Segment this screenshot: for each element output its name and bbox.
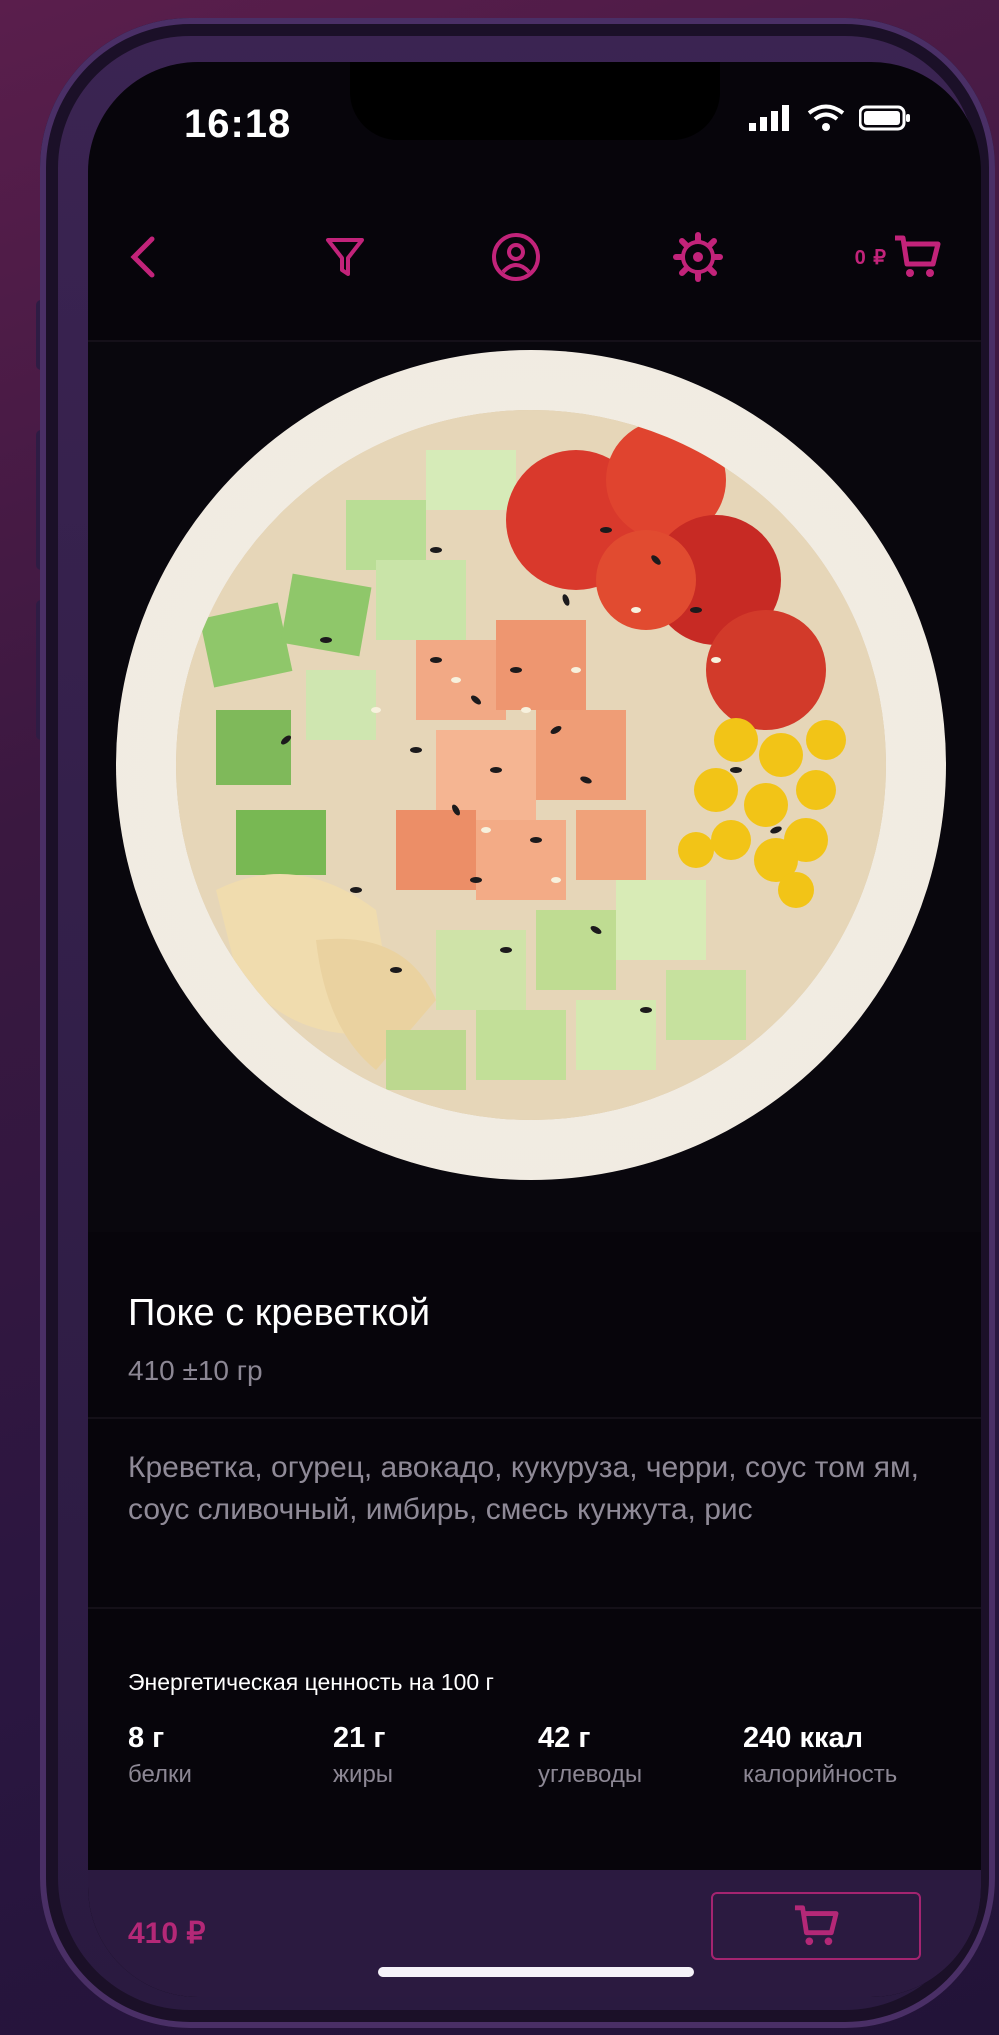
cart-button[interactable]: 0 ₽ — [855, 222, 941, 292]
profile-button[interactable] — [481, 222, 551, 292]
bowl-image — [116, 350, 946, 1180]
nutrition-item-calories: 240 ккал калорийность — [743, 1722, 948, 1789]
app-screen: 16:18 0 ₽ Поке с креветкой 410 ±10 гр Кр… — [88, 62, 981, 1997]
filter-icon — [326, 238, 364, 276]
nutrition-label: углеводы — [538, 1761, 643, 1788]
divider — [88, 1607, 981, 1609]
filter-button[interactable] — [310, 222, 380, 292]
top-navigation: 0 ₽ — [88, 222, 981, 342]
nutrition-value: 240 ккал — [743, 1722, 864, 1754]
profile-icon — [492, 233, 540, 281]
nutrition-label: жиры — [333, 1761, 394, 1788]
nutrition-value: 8 г — [128, 1722, 165, 1754]
divider — [88, 1417, 981, 1419]
nutrition-value: 42 г — [538, 1722, 591, 1754]
settings-button[interactable] — [663, 222, 733, 292]
nutrition-item-fat: 21 г жиры — [333, 1722, 538, 1789]
nutrition-table: 8 г белки 21 г жиры 42 г углеводы 240 кк… — [128, 1722, 948, 1789]
nutrition-heading: Энергетическая ценность на 100 г — [128, 1669, 494, 1695]
settings-icon — [673, 232, 723, 282]
cart-icon — [895, 235, 941, 277]
bottom-bar: 410 ₽ — [88, 1870, 981, 1997]
poke-bowl-food — [176, 410, 886, 1120]
cart-amount: 0 ₽ — [854, 246, 887, 269]
add-to-cart-button[interactable] — [711, 1892, 921, 1960]
nutrition-label: калорийность — [743, 1761, 898, 1788]
wifi-icon — [807, 104, 845, 131]
nutrition-value: 21 г — [333, 1722, 386, 1754]
battery-icon — [859, 105, 910, 131]
cart-icon — [794, 1905, 839, 1946]
status-icons — [749, 104, 911, 132]
product-weight: 410 ±10 гр — [128, 1355, 263, 1386]
product-price: 410 ₽ — [128, 1917, 206, 1950]
nutrition-item-carbs: 42 г углеводы — [538, 1722, 743, 1789]
nutrition-item-protein: 8 г белки — [128, 1722, 333, 1789]
home-indicator[interactable] — [378, 1967, 694, 1977]
back-icon — [130, 236, 155, 278]
back-button[interactable] — [108, 222, 178, 292]
product-image — [88, 342, 981, 1232]
nutrition-label: белки — [128, 1761, 192, 1788]
notch — [350, 62, 720, 140]
status-time: 16:18 — [184, 102, 292, 146]
signal-icon — [749, 105, 789, 131]
product-title: Поке с креветкой — [128, 1292, 431, 1334]
product-description: Креветка, огурец, авокадо, кукуруза, чер… — [128, 1451, 919, 1526]
